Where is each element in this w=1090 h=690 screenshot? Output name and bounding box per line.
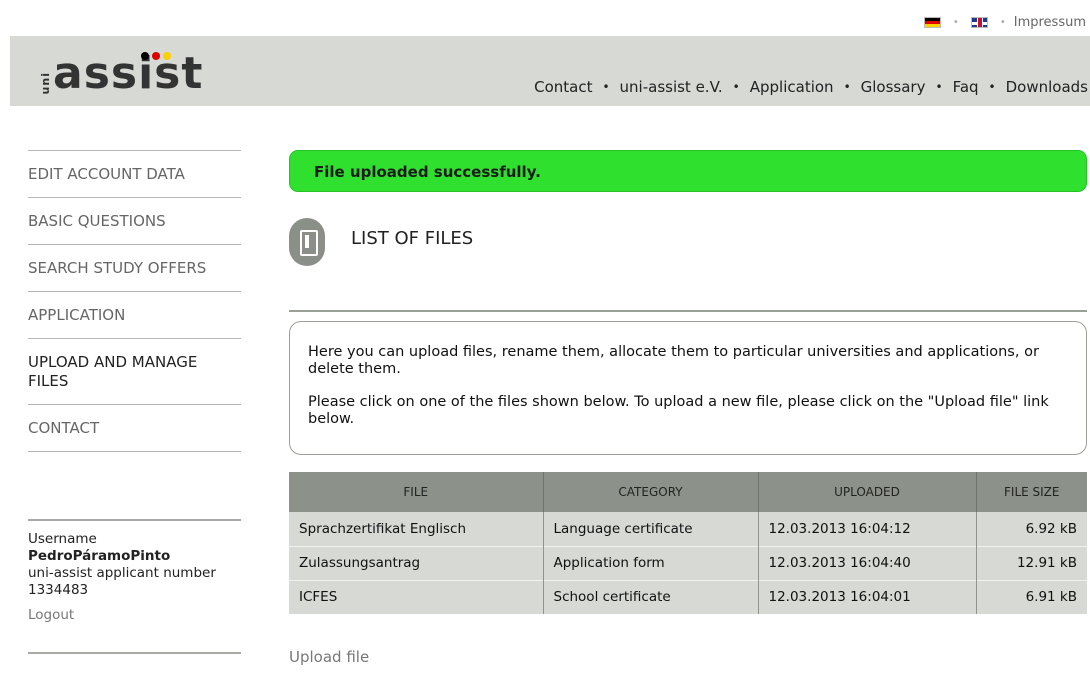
logo-dot-red [152,52,160,60]
nav-faq[interactable]: Faq [953,78,979,96]
file-size-cell: 6.92 kB [976,512,1087,546]
table-row[interactable]: Sprachzertifikat Englisch Language certi… [289,512,1087,546]
impressum-link[interactable]: Impressum [1014,15,1086,30]
user-info: Username PedroPáramoPinto uni-assist app… [28,519,241,624]
sidebar-item-edit-account-data[interactable]: EDIT ACCOUNT DATA [28,150,241,197]
uni-assist-logo[interactable]: uni assist [39,44,204,100]
page-title: LIST OF FILES [351,227,474,249]
logo-dots [141,52,171,60]
table-row[interactable]: Zulassungsantrag Application form 12.03.… [289,545,1087,580]
logout-link[interactable]: Logout [28,607,241,624]
sidebar-item-application[interactable]: APPLICATION [28,291,241,338]
uploaded-cell: 12.03.2013 16:04:12 [758,512,977,546]
file-size-cell: 12.91 kB [976,545,1087,580]
sidebar-item-contact[interactable]: CONTACT [28,404,241,451]
nav-separator: • [843,80,851,94]
sidebar-item-upload-and-manage-files[interactable]: UPLOAD AND MANAGE FILES [28,338,241,404]
section-header: LIST OF FILES [289,218,473,266]
upload-file-link[interactable]: Upload file [289,648,369,666]
header: uni assist Contact • uni-assist e.V. • A… [10,36,1090,106]
category-cell: Language certificate [543,512,759,546]
sidebar-item-basic-questions[interactable]: BASIC QUESTIONS [28,197,241,244]
logo-dot-gold [163,52,171,60]
table-row[interactable]: ICFES School certificate 12.03.2013 16:0… [289,579,1087,614]
column-header-uploaded[interactable]: UPLOADED [758,472,977,512]
logo-uni-text: uni [39,71,52,94]
username-label: Username [28,531,97,547]
user-info-divider [28,652,241,654]
english-flag-icon[interactable] [970,16,988,28]
applicant-number-value: 1334483 [28,582,89,598]
username-value: PedroPáramoPinto [28,548,171,564]
language-bar: • • Impressum [920,12,1086,32]
nav-separator: • [602,80,610,94]
nav-separator: • [988,80,996,94]
table-header-row: FILE CATEGORY UPLOADED FILE SIZE [289,472,1087,512]
column-header-file[interactable]: FILE [289,472,544,512]
separator: • [999,16,1006,28]
column-header-category[interactable]: CATEGORY [543,472,759,512]
files-table: FILE CATEGORY UPLOADED FILE SIZE Sprachz… [289,472,1087,614]
info-paragraph-1: Here you can upload files, rename them, … [308,344,1039,377]
sidebar-divider [28,451,241,452]
nav-glossary[interactable]: Glossary [861,78,926,96]
section-divider [289,310,1087,312]
sidebar-item-search-study-offers[interactable]: SEARCH STUDY OFFERS [28,244,241,291]
logo-dot-black [141,52,149,60]
success-banner: File uploaded successfully. [289,150,1087,192]
nav-contact[interactable]: Contact [534,78,592,96]
german-flag-icon[interactable] [923,16,941,28]
nav-application[interactable]: Application [750,78,834,96]
file-name-cell[interactable]: ICFES [289,579,544,614]
nav-uni-assist-ev[interactable]: uni-assist e.V. [620,78,723,96]
sidebar: EDIT ACCOUNT DATA BASIC QUESTIONS SEARCH… [28,150,241,452]
nav-separator: • [935,80,943,94]
column-header-file-size[interactable]: FILE SIZE [976,472,1087,512]
uploaded-cell: 12.03.2013 16:04:01 [758,579,977,614]
separator: • [952,16,959,28]
uploaded-cell: 12.03.2013 16:04:40 [758,545,977,580]
file-name-cell[interactable]: Sprachzertifikat Englisch [289,512,544,546]
logo-main-text: assist [53,48,204,99]
applicant-number-label: uni-assist applicant number [28,565,216,581]
info-box: Here you can upload files, rename them, … [289,321,1087,455]
file-name-cell[interactable]: Zulassungsantrag [289,545,544,580]
file-size-cell: 6.91 kB [976,579,1087,614]
nav-separator: • [732,80,740,94]
nav-downloads[interactable]: Downloads [1006,78,1088,96]
main-nav: Contact • uni-assist e.V. • Application … [534,78,1088,96]
category-cell: Application form [543,545,759,580]
info-paragraph-2: Please click on one of the files shown b… [308,394,1049,427]
file-list-icon [289,218,325,266]
category-cell: School certificate [543,579,759,614]
